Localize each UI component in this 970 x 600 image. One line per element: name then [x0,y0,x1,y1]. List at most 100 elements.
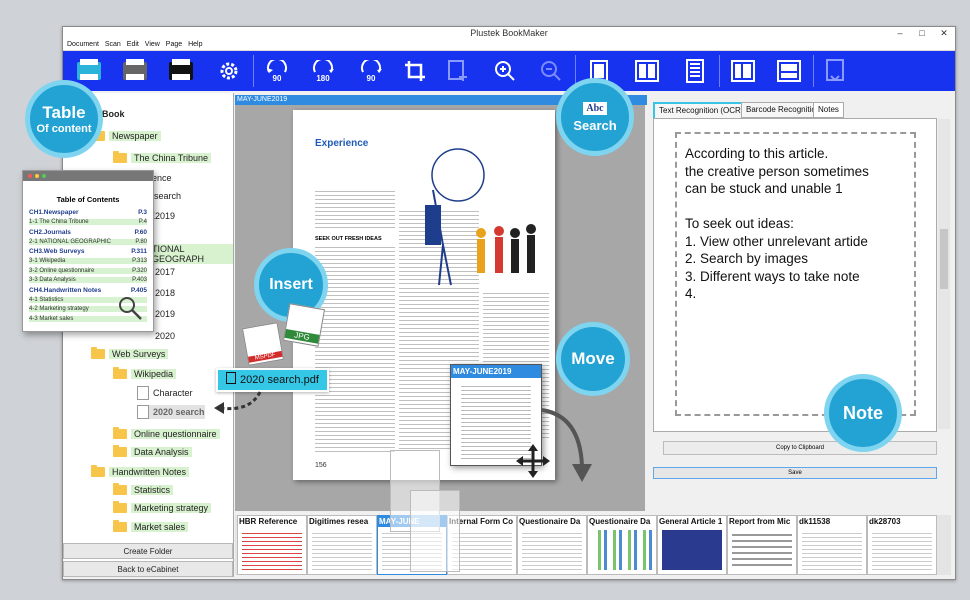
document-icon [137,405,149,419]
thumbnail[interactable]: Report from Mic [727,515,797,575]
toc-row[interactable]: 2-1 NATIONAL GEOGRAPHIC P.80 [29,238,147,245]
folder-icon [113,367,127,379]
rotate-right-icon [361,59,382,73]
app-title: Plustek BookMaker [470,28,548,38]
scanner-color-button[interactable] [75,57,103,85]
copy-to-clipboard-button[interactable]: Copy to Clipboard [663,441,937,455]
thumbnail[interactable]: dk11538 [797,515,867,575]
notes-scrollbar[interactable] [938,119,950,429]
scanner-icon [169,59,193,80]
thumbnail[interactable]: HBR Reference [237,515,307,575]
folder-icon [91,465,105,477]
scanner-bw-button[interactable] [167,57,195,85]
tree-item-data-analysis[interactable]: Data Analysis [113,445,192,459]
drag-arrow-icon [214,391,262,414]
toc-row[interactable]: 3-1 Wikipedia P.313 [29,258,147,264]
menu-help[interactable]: Help [188,41,202,48]
page-add-icon [448,60,467,81]
crop-icon [405,61,425,81]
menu-view[interactable]: View [145,41,160,48]
minimize-button[interactable]: – [889,27,911,39]
magnifier-pdf-icon [119,297,142,320]
tree-item-2019[interactable]: 2019 [155,307,175,321]
settings-button[interactable] [215,57,243,85]
tree-item-2018[interactable]: 2018 [155,286,175,300]
tree-item-2020[interactable]: 2020 [155,329,175,343]
toc-row[interactable]: CH2.Journals P.60 [29,229,147,236]
double-page-icon [635,60,659,82]
book-tree-panel: My Book Newspaper The China Tribune renc… [63,93,234,577]
document-icon [226,372,236,384]
folder-icon [113,445,127,457]
folder-icon [113,427,127,439]
tree-item-wikipedia[interactable]: Wikipedia [113,367,177,381]
zoom-in-button[interactable] [491,57,519,85]
rotate-label: 90 [272,73,282,83]
tree-item-marketing-strategy[interactable]: Marketing strategy [113,501,212,515]
toc-row[interactable]: CH3.Web Surveys P.311 [29,248,147,255]
tree-item-character[interactable]: Character [137,386,193,400]
rotate-90-cw-button[interactable]: 90 [357,57,385,85]
tree-item-national-geographic[interactable]: TIONAL GEOGRAPH [149,244,233,264]
back-to-ecabinet-button[interactable]: Back to eCabinet [63,561,233,577]
save-button[interactable]: Save [653,467,937,479]
double-page-view-button[interactable] [633,57,661,85]
illustration-icon [425,148,536,286]
maximize-button[interactable]: □ [911,27,933,39]
layout-rows-icon [777,60,801,82]
folder-icon [113,151,127,163]
note-text[interactable]: According to this article. the creative … [685,145,869,303]
insert-page-button[interactable] [443,57,471,85]
tree-item-newspaper[interactable]: Newspaper [91,129,161,143]
scanner-gray-button[interactable] [121,57,149,85]
tree-item-handwritten-notes[interactable]: Handwritten Notes [91,465,190,479]
toc-row[interactable]: 3-3 Data Analysis P.403 [29,277,147,283]
notes-panel: Text Recognition (OCR) Barcode Recogniti… [649,95,953,511]
toc-row[interactable]: 1-1 The China Tribune P.4 [29,219,147,225]
rotate-label: 180 [316,73,330,83]
folder-icon [113,520,127,532]
gear-icon [220,62,238,80]
zoom-out-button[interactable] [537,57,565,85]
move-callout: Move [556,322,630,396]
thumbnail[interactable]: dk28703 [867,515,937,575]
toc-row[interactable]: 3-2 Online questionnaire P.320 [29,267,147,274]
rotate-180-button[interactable]: 180 [309,57,337,85]
create-folder-button[interactable]: Create Folder [63,543,233,559]
page-number: 156 [315,462,327,469]
pdf-icon [826,59,844,82]
toc-row[interactable]: CH4.Handwritten Notes P.405 [29,287,147,294]
toc-title: Table of Contents [56,195,120,204]
tree-item-statistics[interactable]: Statistics [113,483,174,497]
mspdf-file-icon: MSPDF [241,322,285,366]
tab-notes[interactable]: Notes [813,102,844,118]
title-bar: Plustek BookMaker – □ ✕ [63,27,955,39]
continuous-view-button[interactable] [681,57,709,85]
tree-item-2017[interactable]: 2017 [155,265,175,279]
tree-item-web-surveys[interactable]: Web Surveys [91,347,169,361]
menu-scan[interactable]: Scan [105,41,121,48]
thumbnail[interactable]: General Article 1 [657,515,727,575]
rotate-left-icon [267,59,287,73]
folder-icon [113,483,127,495]
note-callout: Note [824,374,902,452]
tree-item-2020-search[interactable]: 2020 search [137,405,205,419]
menu-document[interactable]: Document [67,41,99,48]
menu-page[interactable]: Page [166,41,182,48]
thumbnail[interactable]: Questionaire Da [587,515,657,575]
search-callout: Abc Search [556,78,634,156]
tree-item-online-questionnaire[interactable]: Online questionnaire [113,427,220,441]
tree-item-china-tribune[interactable]: The China Tribune [113,151,212,165]
side-panel-button[interactable] [729,57,757,85]
rotate-90-ccw-button[interactable]: 90 [263,57,291,85]
menu-edit[interactable]: Edit [127,41,139,48]
toc-row[interactable]: CH1.Newspaper P.3 [29,209,147,216]
bottom-panel-button[interactable] [775,57,803,85]
layout-columns-icon [731,60,755,82]
tree-item-market-sales[interactable]: Market sales [113,520,189,534]
thumbnail[interactable]: Digitimes resea [307,515,377,575]
close-button[interactable]: ✕ [933,27,955,39]
export-pdf-button[interactable] [821,57,849,85]
thumbnail[interactable]: Questionaire Da [517,515,587,575]
crop-button[interactable] [401,57,429,85]
